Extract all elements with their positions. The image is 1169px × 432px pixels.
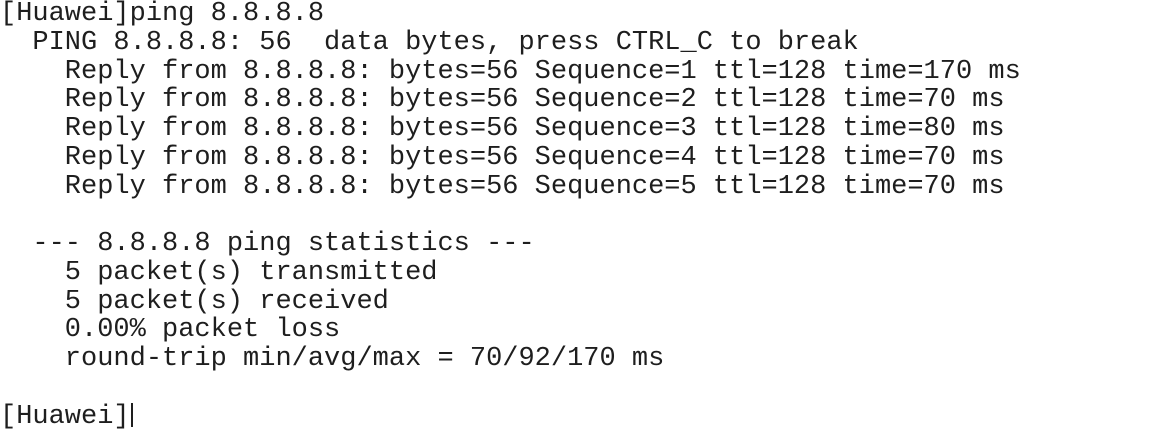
statistics-round-trip: round-trip min/avg/max = 70/92/170 ms: [0, 344, 665, 374]
prompt: [Huawei]: [0, 401, 130, 432]
ping-header: PING 8.8.8.8: 56 data bytes, press CTRL_…: [0, 27, 859, 58]
reply-line: Reply from 8.8.8.8: bytes=56 Sequence=3 …: [0, 114, 1005, 144]
reply-line: Reply from 8.8.8.8: bytes=56 Sequence=5 …: [0, 171, 1005, 202]
reply-line: Reply from 8.8.8.8: bytes=56 Sequence=1 …: [0, 56, 1021, 87]
reply-line: Reply from 8.8.8.8: bytes=56 Sequence=2 …: [0, 85, 1005, 116]
reply-line: Reply from 8.8.8.8: bytes=56 Sequence=4 …: [0, 142, 1005, 173]
statistics-loss: 0.00% packet loss: [0, 315, 341, 346]
statistics-received: 5 packet(s) received: [0, 286, 389, 317]
text-cursor: [130, 402, 133, 427]
terminal-output[interactable]: [Huawei]ping 8.8.8.8 PING 8.8.8.8: 56 da…: [0, 0, 1169, 431]
statistics-transmitted: 5 packet(s) transmitted: [0, 257, 438, 288]
statistics-header: --- 8.8.8.8 ping statistics ---: [0, 229, 535, 259]
command-line: [Huawei]ping 8.8.8.8: [0, 0, 325, 29]
